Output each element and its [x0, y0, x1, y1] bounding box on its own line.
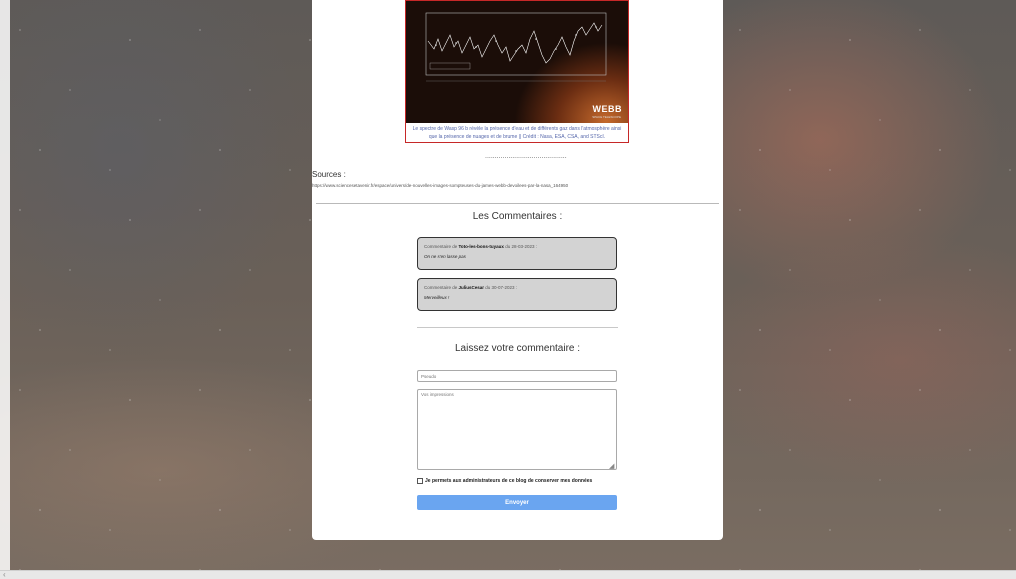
spectrum-image: WEBB SPACE TELESCOPE — [406, 1, 628, 123]
comment-body: Merveilleux ! — [424, 295, 450, 300]
comment-author: JuliusCesar — [458, 285, 485, 290]
comment-card: Commentaire de Toto-les-bons-tuyaux du 2… — [417, 237, 617, 270]
comment-meta: Commentaire de JuliusCesar du 30-07-2023… — [424, 285, 518, 290]
separator-dots: ........................................… — [485, 153, 567, 160]
divider — [316, 203, 719, 204]
leave-comment-heading: Laissez votre commentaire : — [454, 343, 581, 354]
figure-caption: Le spectre de Wasp 96 b révèle la présen… — [412, 126, 622, 140]
comment-body: On ne s'en lasse pas — [424, 254, 466, 259]
webb-logo: WEBB — [592, 104, 622, 114]
resize-grip-icon[interactable]: ◢ — [609, 462, 614, 470]
window-edge — [0, 0, 10, 578]
comment-card: Commentaire de JuliusCesar du 30-07-2023… — [417, 278, 617, 311]
pseudo-input[interactable] — [417, 370, 617, 382]
spectrum-figure: WEBB SPACE TELESCOPE Le spectre de Wasp … — [405, 0, 629, 143]
consent-checkbox[interactable] — [417, 478, 423, 484]
article-card: WEBB SPACE TELESCOPE Le spectre de Wasp … — [312, 0, 723, 540]
comments-heading: Les Commentaires : — [472, 211, 563, 222]
comment-textarea[interactable] — [417, 389, 617, 470]
consent-label: Je permets aux administrateurs de ce blo… — [425, 478, 593, 484]
sources-link[interactable]: https://www.sciencesetavenir.fr/espace/u… — [312, 183, 568, 188]
webb-logo-sub: SPACE TELESCOPE — [592, 115, 621, 119]
comment-meta: Commentaire de Toto-les-bons-tuyaux du 2… — [424, 244, 537, 249]
sources-title: Sources : — [312, 170, 346, 179]
comment-author: Toto-les-bons-tuyaux — [458, 244, 504, 249]
consent-checkbox-row[interactable]: Je permets aux administrateurs de ce blo… — [417, 478, 592, 484]
submit-button[interactable]: Envoyer — [417, 495, 617, 510]
divider — [417, 327, 618, 328]
